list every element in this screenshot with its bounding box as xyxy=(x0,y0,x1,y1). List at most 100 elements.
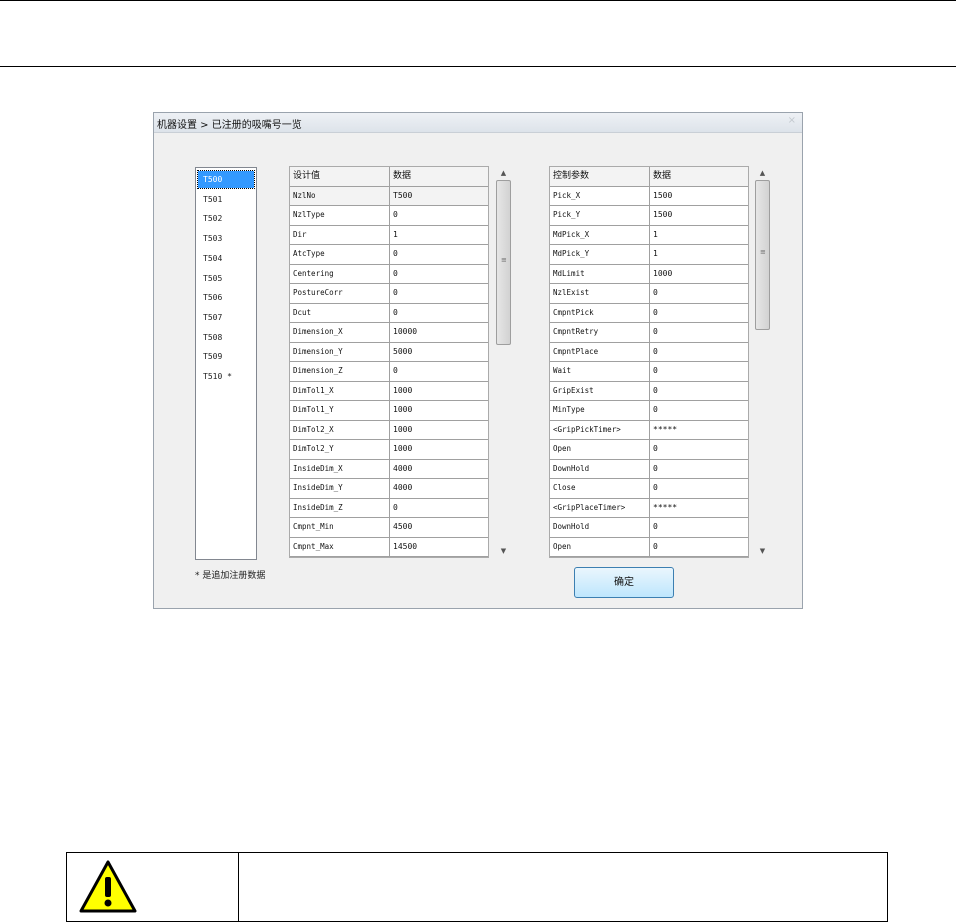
cell-value[interactable]: 1000 xyxy=(390,440,488,459)
cell-value[interactable]: 0 xyxy=(650,401,748,420)
table-row[interactable]: PostureCorr 0 xyxy=(290,284,488,304)
cell-value[interactable]: 0 xyxy=(650,382,748,401)
cell-value[interactable]: T500 xyxy=(390,186,488,205)
table-row[interactable]: MinType 0 xyxy=(550,401,748,421)
control-table-scrollbar[interactable]: ▲ ≡ ▼ xyxy=(754,166,771,558)
cell-value[interactable]: 1500 xyxy=(650,206,748,225)
table-row[interactable]: CmpntRetry 0 xyxy=(550,323,748,343)
cell-value[interactable]: 0 xyxy=(650,518,748,537)
table-row[interactable]: <GripPlaceTimer> ***** xyxy=(550,498,748,518)
table-row[interactable]: InsideDim_Y 4000 xyxy=(290,479,488,499)
table-row[interactable]: GripExist 0 xyxy=(550,381,748,401)
list-item[interactable]: T505 xyxy=(198,270,254,287)
list-item[interactable]: T506 xyxy=(198,289,254,306)
cell-value[interactable]: 1 xyxy=(650,245,748,264)
close-icon[interactable]: × xyxy=(788,115,796,126)
control-table[interactable]: 控制参数 数据 Pick_X 1500 Pick_Y 1500 MdPick_X 1 MdPic… xyxy=(549,166,749,558)
table-row[interactable]: InsideDim_Z 0 xyxy=(290,498,488,518)
table-row[interactable]: DimTol1_Y 1000 xyxy=(290,401,488,421)
table-row[interactable]: NzlNo T500 xyxy=(290,186,488,206)
table-row[interactable]: DownHold 0 xyxy=(550,518,748,538)
list-item[interactable]: T510 * xyxy=(198,368,254,385)
cell-value[interactable]: 1000 xyxy=(390,421,488,440)
cell-value[interactable]: 4000 xyxy=(390,479,488,498)
table-row[interactable]: Wait 0 xyxy=(550,362,748,382)
scroll-up-arrow-icon[interactable]: ▲ xyxy=(754,166,771,180)
cell-value[interactable]: 10000 xyxy=(390,323,488,342)
scroll-up-arrow-icon[interactable]: ▲ xyxy=(495,166,512,180)
table-row[interactable]: Dir 1 xyxy=(290,225,488,245)
cell-value[interactable]: 0 xyxy=(390,265,488,284)
cell-value[interactable]: 5000 xyxy=(390,343,488,362)
cell-value[interactable]: 0 xyxy=(390,245,488,264)
cell-value[interactable]: 1 xyxy=(650,226,748,245)
list-item[interactable]: T509 xyxy=(198,348,254,365)
cell-value[interactable]: 0 xyxy=(650,284,748,303)
table-row[interactable]: MdPick_X 1 xyxy=(550,225,748,245)
table-row[interactable]: Cmpnt_Min 4500 xyxy=(290,518,488,538)
cell-value[interactable]: 0 xyxy=(650,479,748,498)
cell-value[interactable]: 0 xyxy=(650,538,748,557)
cell-value[interactable]: 0 xyxy=(390,206,488,225)
list-item[interactable]: T508 xyxy=(198,329,254,346)
cell-value[interactable]: 0 xyxy=(390,362,488,381)
cell-value[interactable]: 0 xyxy=(390,304,488,323)
scroll-thumb[interactable]: ≡ xyxy=(496,180,511,345)
cell-value[interactable]: 1500 xyxy=(650,187,748,206)
table-row[interactable]: MdPick_Y 1 xyxy=(550,245,748,265)
table-row[interactable]: Close 0 xyxy=(550,479,748,499)
table-row[interactable]: DownHold 0 xyxy=(550,459,748,479)
table-row[interactable]: MdLimit 1000 xyxy=(550,264,748,284)
cell-value[interactable]: ***** xyxy=(650,499,748,518)
cell-value[interactable]: 0 xyxy=(650,323,748,342)
cell-value[interactable]: 4000 xyxy=(390,460,488,479)
table-row[interactable]: Pick_X 1500 xyxy=(550,186,748,206)
table-header-row[interactable]: 控制参数 数据 xyxy=(550,167,748,187)
table-header-row[interactable]: 设计值 数据 xyxy=(290,167,488,187)
table-row[interactable]: DimTol2_X 1000 xyxy=(290,420,488,440)
cell-value[interactable]: 0 xyxy=(650,440,748,459)
scroll-down-arrow-icon[interactable]: ▼ xyxy=(495,544,512,558)
list-item[interactable]: T507 xyxy=(198,309,254,326)
table-row[interactable]: Dimension_Y 5000 xyxy=(290,342,488,362)
cell-value[interactable]: 数据 xyxy=(650,167,748,186)
table-row[interactable]: Dimension_X 10000 xyxy=(290,323,488,343)
table-row[interactable]: Pick_Y 1500 xyxy=(550,206,748,226)
table-row[interactable]: DimTol2_Y 1000 xyxy=(290,440,488,460)
cell-value[interactable]: 0 xyxy=(650,460,748,479)
design-table-scrollbar[interactable]: ▲ ≡ ▼ xyxy=(495,166,512,558)
nozzle-list[interactable]: T500 T501 T502 T503 T504 T505 T506 T507 T508 T509… xyxy=(195,167,257,560)
cell-value[interactable]: 0 xyxy=(650,304,748,323)
cell-value[interactable]: 0 xyxy=(650,362,748,381)
table-row[interactable]: NzlExist 0 xyxy=(550,284,748,304)
cell-value[interactable]: 0 xyxy=(650,343,748,362)
cell-value[interactable]: 1 xyxy=(390,226,488,245)
table-row[interactable]: Open 0 xyxy=(550,537,748,557)
table-row[interactable]: Cmpnt_Max 14500 xyxy=(290,537,488,557)
cell-value[interactable]: 1000 xyxy=(390,382,488,401)
cell-value[interactable]: ***** xyxy=(650,421,748,440)
table-row[interactable]: DimTol1_X 1000 xyxy=(290,381,488,401)
ok-button[interactable]: 确定 xyxy=(574,567,674,598)
table-row[interactable]: Centering 0 xyxy=(290,264,488,284)
table-row[interactable]: CmpntPlace 0 xyxy=(550,342,748,362)
cell-value[interactable]: 数据 xyxy=(390,167,488,186)
cell-value[interactable]: 0 xyxy=(390,499,488,518)
table-row[interactable]: Dimension_Z 0 xyxy=(290,362,488,382)
table-row[interactable]: InsideDim_X 4000 xyxy=(290,459,488,479)
cell-value[interactable]: 14500 xyxy=(390,538,488,557)
scroll-thumb[interactable]: ≡ xyxy=(755,180,770,330)
list-item[interactable]: T502 xyxy=(198,210,254,227)
scroll-down-arrow-icon[interactable]: ▼ xyxy=(754,544,771,558)
cell-value[interactable]: 0 xyxy=(390,284,488,303)
table-row[interactable]: <GripPickTimer> ***** xyxy=(550,420,748,440)
cell-value[interactable]: 1000 xyxy=(650,265,748,284)
design-table[interactable]: 设计值 数据 NzlNo T500 NzlType 0 Dir 1 AtcType 0 Center… xyxy=(289,166,489,558)
list-item[interactable]: T504 xyxy=(198,250,254,267)
list-item[interactable]: T501 xyxy=(198,191,254,208)
table-row[interactable]: Dcut 0 xyxy=(290,303,488,323)
table-row[interactable]: AtcType 0 xyxy=(290,245,488,265)
table-row[interactable]: Open 0 xyxy=(550,440,748,460)
cell-value[interactable]: 4500 xyxy=(390,518,488,537)
table-row[interactable]: CmpntPick 0 xyxy=(550,303,748,323)
